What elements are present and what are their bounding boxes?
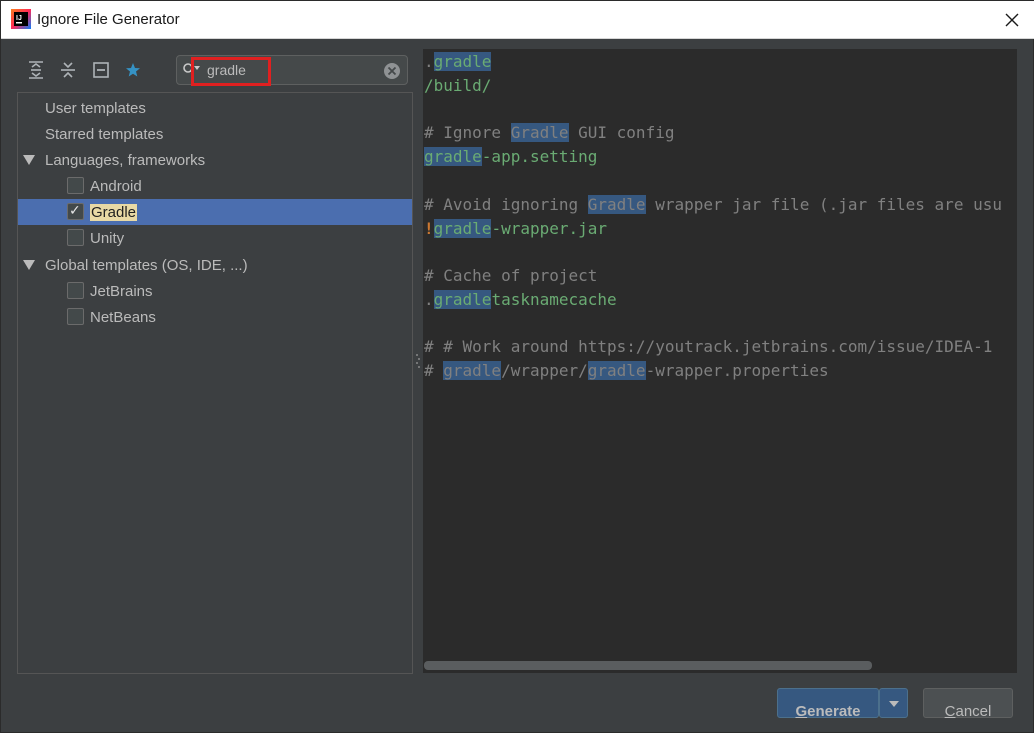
generate-button-label: Generate bbox=[795, 703, 861, 720]
code-line: .gradle bbox=[424, 52, 492, 71]
splitter-handle[interactable] bbox=[415, 351, 421, 371]
expand-all-button[interactable] bbox=[25, 59, 47, 81]
expand-all-icon bbox=[29, 61, 43, 79]
unselect-all-button[interactable] bbox=[90, 59, 112, 81]
minus-square-icon bbox=[93, 62, 109, 78]
ignore-file-generator-dialog: IJ Ignore File Generator gradle User tem… bbox=[0, 0, 1034, 733]
close-window-button[interactable] bbox=[989, 1, 1034, 39]
star-icon bbox=[126, 63, 140, 77]
search-field[interactable] bbox=[176, 55, 408, 85]
tree-item-gradle[interactable]: ✓ Gradle bbox=[18, 199, 412, 225]
tree-item-jetbrains[interactable]: JetBrains bbox=[18, 278, 412, 304]
tree-item-label: NetBeans bbox=[90, 309, 156, 326]
code-line: /build/ bbox=[424, 76, 492, 95]
tree-item-label: Gradle bbox=[90, 204, 138, 221]
close-icon bbox=[1005, 13, 1019, 27]
tree-item-android[interactable]: Android bbox=[18, 173, 412, 199]
chevron-down-icon bbox=[888, 701, 899, 707]
generate-button[interactable]: Generate bbox=[777, 688, 879, 720]
checkmark-icon: ✓ bbox=[69, 202, 81, 218]
vertical-scrollbar-track[interactable] bbox=[1018, 49, 1032, 673]
jetbrains-checkbox[interactable] bbox=[67, 282, 84, 299]
search-icon[interactable] bbox=[182, 62, 202, 78]
code-line: # Avoid ignoring Gradle wrapper jar file… bbox=[424, 195, 1002, 214]
gradle-checkbox[interactable]: ✓ bbox=[67, 202, 84, 220]
tree-item-label: JetBrains bbox=[90, 283, 153, 300]
starred-filter-button[interactable] bbox=[122, 59, 144, 81]
expand-arrow-icon[interactable] bbox=[23, 260, 35, 270]
drag-handle-icon bbox=[416, 354, 420, 368]
code-line: .gradletasknamecache bbox=[424, 290, 617, 309]
tree-item-starred-templates[interactable]: Starred templates bbox=[18, 121, 412, 147]
tree-item-label: Starred templates bbox=[45, 126, 164, 143]
tree-item-unity[interactable]: Unity bbox=[18, 225, 412, 251]
generate-options-dropdown[interactable] bbox=[879, 688, 908, 718]
horizontal-scrollbar[interactable] bbox=[424, 661, 872, 670]
cancel-button[interactable]: Cancel bbox=[923, 688, 1013, 720]
window-title: Ignore File Generator bbox=[37, 11, 180, 28]
cancel-button-label: Cancel bbox=[944, 703, 992, 720]
tree-item-label: Unity bbox=[90, 230, 125, 247]
android-checkbox[interactable] bbox=[67, 177, 84, 194]
tree-item-global-templates[interactable]: Global templates (OS, IDE, ...) bbox=[18, 252, 412, 278]
tree-item-label: Languages, frameworks bbox=[45, 152, 206, 169]
tree-item-languages-frameworks[interactable]: Languages, frameworks bbox=[18, 147, 412, 173]
tree-item-label: User templates bbox=[45, 100, 146, 117]
tree-item-user-templates[interactable]: User templates bbox=[18, 95, 412, 121]
search-input[interactable] bbox=[207, 60, 377, 80]
title-bar: IJ Ignore File Generator bbox=[1, 1, 1034, 39]
code-line: # gradle/wrapper/gradle-wrapper.properti… bbox=[424, 361, 829, 380]
expand-arrow-icon[interactable] bbox=[23, 155, 35, 165]
tree-item-label: Global templates (OS, IDE, ...) bbox=[45, 257, 248, 274]
code-line: !gradle-wrapper.jar bbox=[424, 219, 608, 238]
code-line: # Ignore Gradle GUI config bbox=[424, 123, 675, 142]
template-preview-editor[interactable]: .gradle /build/ # Ignore Gradle GUI conf… bbox=[423, 49, 1017, 673]
code-line: # # Work around https://youtrack.jetbrai… bbox=[424, 337, 993, 356]
templates-tree: User templates Starred templates Languag… bbox=[17, 92, 413, 674]
netbeans-checkbox[interactable] bbox=[67, 308, 84, 325]
intellij-app-icon: IJ bbox=[11, 9, 31, 29]
code-line: # Cache of project bbox=[424, 266, 598, 285]
tree-item-label: Android bbox=[90, 178, 142, 195]
collapse-all-button[interactable] bbox=[57, 59, 79, 81]
svg-text:IJ: IJ bbox=[16, 15, 22, 22]
code-line: gradle-app.setting bbox=[424, 147, 598, 166]
clear-search-icon[interactable] bbox=[383, 62, 401, 80]
collapse-all-icon bbox=[61, 62, 75, 78]
unity-checkbox[interactable] bbox=[67, 229, 84, 246]
tree-item-netbeans[interactable]: NetBeans bbox=[18, 304, 412, 330]
